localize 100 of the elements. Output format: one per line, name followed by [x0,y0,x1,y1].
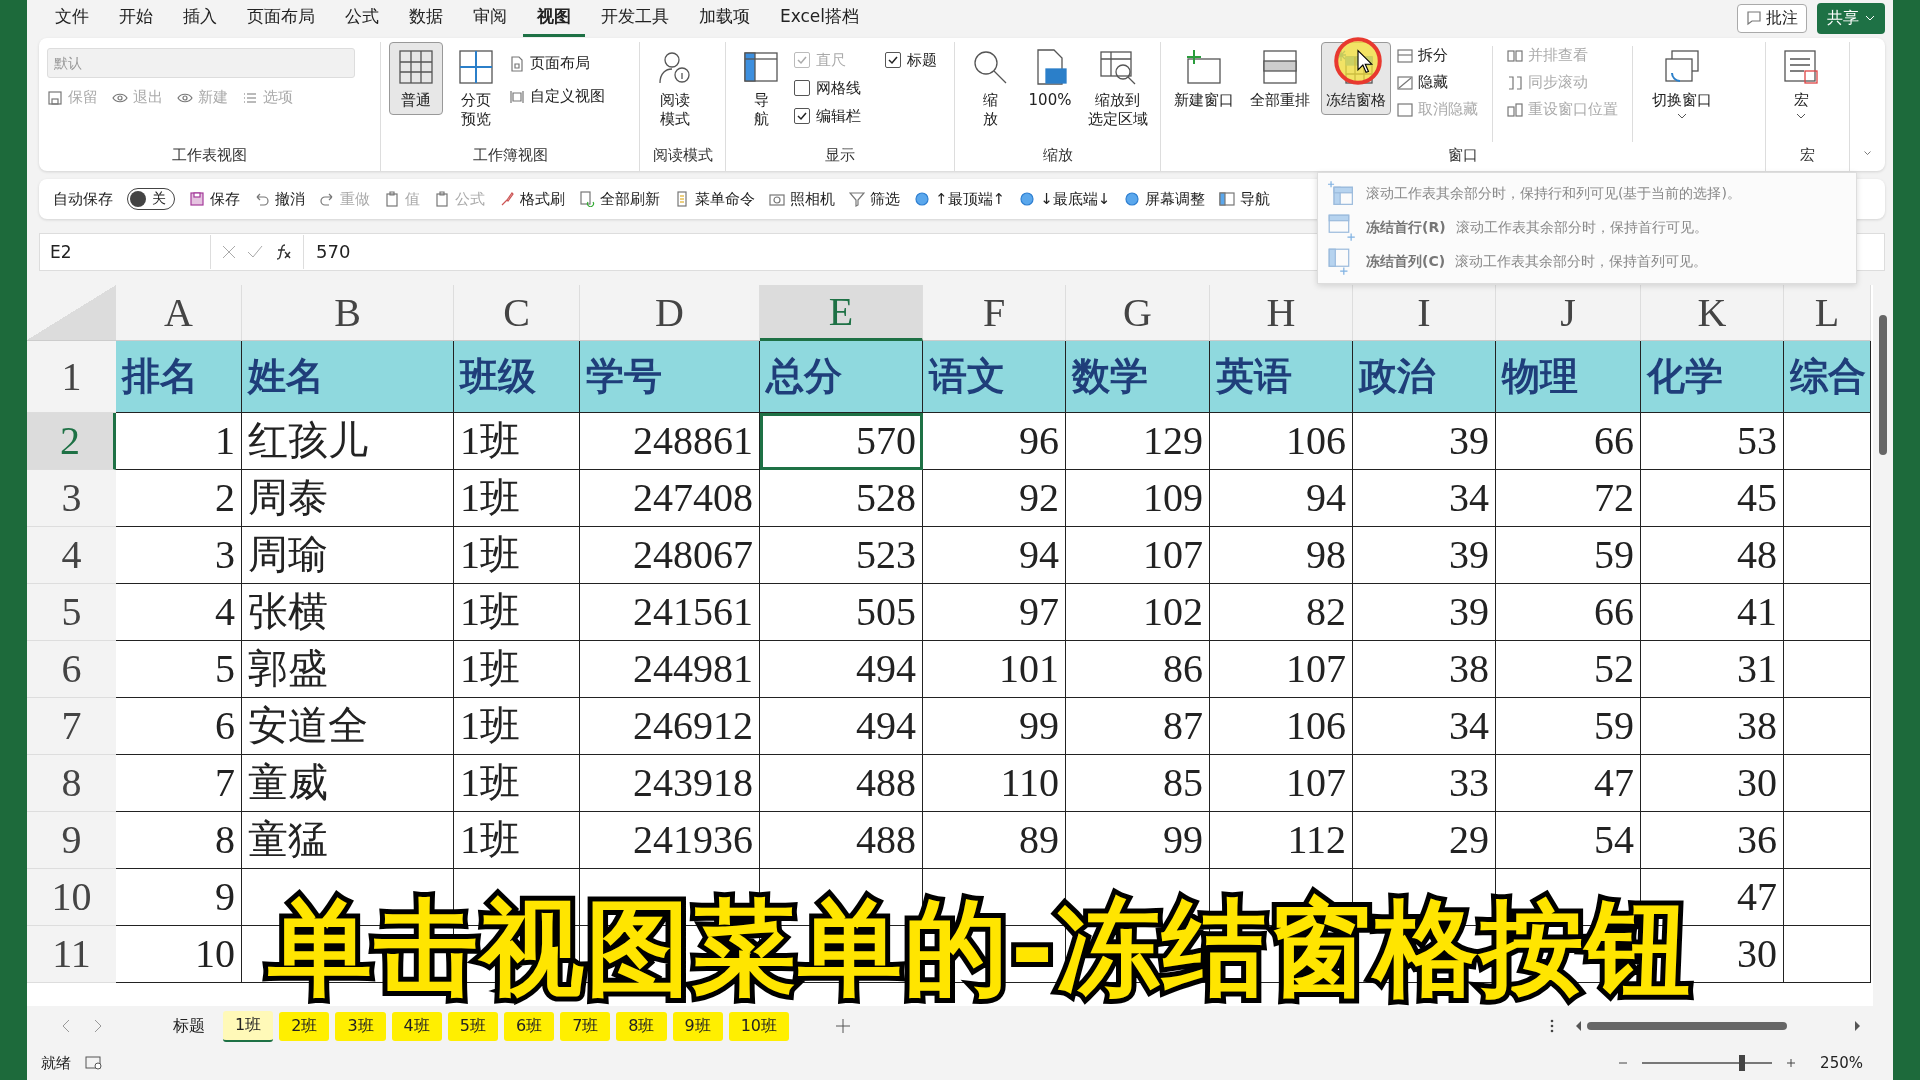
ribbon-button[interactable]: 宏 [1774,42,1828,124]
column-header[interactable]: A [116,285,242,341]
ribbon-button[interactable]: 缩放到 选定区域 [1083,42,1152,134]
ribbon-button[interactable]: 保存 [189,189,240,209]
column-header[interactable]: G [1066,285,1210,341]
column-header[interactable]: L [1784,285,1871,341]
ribbon-button[interactable]: 筛选 [849,189,900,209]
sheet-tab[interactable]: 4班 [391,1011,442,1041]
row-header[interactable]: 4 [27,527,116,584]
column-header[interactable]: F [923,285,1066,341]
table-cell: 244981 [580,641,760,698]
more-icon[interactable] [1549,1018,1555,1035]
column-header[interactable]: K [1641,285,1784,341]
table-cell: 政治 [1353,341,1496,413]
freeze-option-icon[interactable] [1328,214,1356,242]
row-header[interactable]: 5 [27,584,116,641]
checkbox-label[interactable]: 网格线 [816,78,861,98]
menu-tab[interactable]: 开发工具 [587,0,683,37]
column-header[interactable]: B [242,285,454,341]
column-header[interactable]: H [1210,285,1353,341]
column-header[interactable]: J [1496,285,1641,341]
menu-tab[interactable]: 数据 [395,0,457,37]
sheet-tab[interactable]: 7班 [560,1011,611,1041]
sheet-tab[interactable]: 5班 [447,1011,498,1041]
sheet-tab[interactable]: 9班 [672,1011,723,1041]
table-cell: 129 [1066,413,1210,470]
comment-button[interactable]: 批注 [1737,3,1807,33]
ribbon-button[interactable]: 导 航 [734,42,788,134]
sheet-tab[interactable]: 10班 [728,1011,790,1041]
row-header[interactable]: 7 [27,698,116,755]
menu-item-title[interactable]: 冻结首列(C) [1366,253,1446,271]
ribbon-button[interactable]: 新建窗口 [1169,42,1239,115]
ribbon-button[interactable]: 照相机 [769,189,835,209]
column-header[interactable]: E [760,285,923,341]
ribbon-button[interactable]: 撤消 [254,189,305,209]
column-header[interactable]: I [1353,285,1496,341]
checkbox[interactable] [794,108,810,124]
sheet-tab[interactable]: 1班 [223,1010,274,1042]
sheet-tab[interactable]: 8班 [616,1011,667,1041]
freeze-option-icon[interactable] [1328,180,1356,208]
checkbox-label[interactable]: 标题 [907,50,937,70]
menu-tab[interactable]: 页面布局 [233,0,329,37]
row-header[interactable]: 6 [27,641,116,698]
zoom-level[interactable]: 250% [1820,1054,1863,1073]
ribbon-button[interactable]: ↓最底端↓ [1019,189,1111,209]
formula-field[interactable]: 570 [303,235,516,270]
menu-item-title[interactable]: 冻结首行(R) [1366,219,1446,237]
ribbon-button[interactable]: 格式刷 [499,189,565,209]
ribbon-button[interactable]: 阅读 模式 [648,42,702,134]
row-header[interactable]: 8 [27,755,116,812]
ribbon-button[interactable]: 屏幕调整 [1124,189,1206,209]
sheet-tab[interactable]: 3班 [335,1011,386,1041]
ribbon-button[interactable]: 缩 放 [963,42,1017,134]
row-header[interactable]: 9 [27,812,116,869]
cancel-icon[interactable] [221,244,237,261]
ribbon-button[interactable]: 拆分 [1397,46,1478,65]
menu-tab[interactable]: 插入 [169,0,231,37]
ribbon-button[interactable]: 普通 [389,42,443,115]
row-header[interactable]: 3 [27,470,116,527]
collapse-ribbon-icon[interactable] [1864,149,1871,158]
checkbox[interactable] [794,80,810,96]
row-header[interactable]: 10 [27,869,116,926]
ribbon-button[interactable]: 分页 预览 [449,42,503,134]
page-break-icon [456,47,496,87]
table-cell: 248861 [580,413,760,470]
checkbox[interactable] [885,52,901,68]
column-header[interactable]: C [454,285,580,341]
name-box[interactable]: E2 [40,235,211,270]
share-button[interactable]: 共享 [1817,2,1885,34]
column-header[interactable]: D [580,285,760,341]
table-cell: 106 [1210,698,1353,755]
sheet-tab[interactable]: 2班 [279,1011,330,1041]
scrollbar-thumb[interactable] [1879,315,1887,455]
add-sheet-icon[interactable] [835,1018,852,1035]
sheet-tab[interactable]: 6班 [503,1011,555,1041]
ribbon-button[interactable]: 隐藏 [1397,73,1478,92]
ribbon-button[interactable]: 100% [1023,42,1077,115]
table-cell: 学号 [580,341,760,413]
ribbon-button[interactable]: 菜单命令 [674,189,755,209]
ribbon-button[interactable]: ↑最顶端↑ [914,189,1006,209]
ribbon-button[interactable]: 切换窗口 [1647,42,1717,124]
menu-tab[interactable]: 开始 [105,0,167,37]
menu-tab[interactable]: 加载项 [685,0,764,37]
menu-tab[interactable]: Excel搭档 [766,0,874,37]
checkbox-label[interactable]: 编辑栏 [816,106,861,126]
ribbon-button[interactable]: 页面布局 [509,54,605,73]
ribbon-button[interactable]: 全部重排 [1245,42,1315,115]
menu-tab[interactable]: 文件 [41,0,103,37]
ribbon-button[interactable]: 自定义视图 [509,87,605,106]
ribbon-button[interactable]: 全部刷新 [579,189,660,209]
page-view-icon[interactable] [85,1055,103,1072]
menu-tab[interactable]: 公式 [331,0,393,37]
zoom-in-icon[interactable] [1786,1058,1797,1069]
sheet-tab[interactable]: 标题 [161,1011,217,1041]
menu-tab[interactable]: 审阅 [459,0,521,37]
row-header[interactable]: 2 [27,413,116,470]
ribbon-button[interactable]: 导航 [1219,189,1271,209]
table-cell: 姓名 [242,341,454,413]
row-header[interactable]: 1 [27,341,116,413]
row-header[interactable]: 11 [27,926,116,983]
